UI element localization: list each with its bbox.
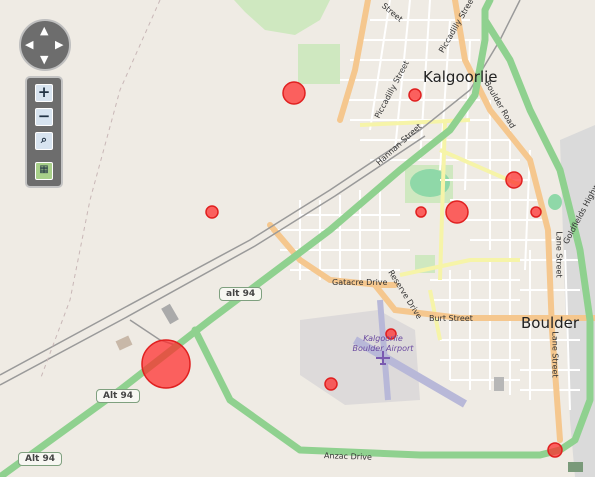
- street-label-gatacre: Gatacre Drive: [332, 278, 388, 287]
- pan-right-icon[interactable]: ▶: [55, 39, 63, 50]
- map-marker[interactable]: [141, 339, 191, 389]
- zoom-toolbar: + − ⌕ ▦: [25, 76, 63, 188]
- place-label-boulder: Boulder: [521, 314, 580, 332]
- place-label-airport: Kalgoorlie Boulder Airport: [352, 334, 414, 353]
- pan-control[interactable]: ▲ ▼ ◀ ▶: [19, 19, 71, 71]
- street-label-burt: Burt Street: [429, 314, 473, 323]
- marker-layer: [141, 81, 563, 458]
- street-label-lane-1: Lane Street: [554, 231, 564, 278]
- map-marker[interactable]: [445, 200, 469, 224]
- map-viewport[interactable]: Kalgoorlie Boulder Kalgoorlie Boulder Ai…: [0, 0, 595, 477]
- route-shield-alt94: Alt 94: [18, 452, 63, 466]
- map-marker[interactable]: [547, 442, 563, 458]
- map-marker[interactable]: [282, 81, 306, 105]
- map-marker[interactable]: [205, 205, 219, 219]
- pan-up-icon[interactable]: ▲: [40, 25, 48, 36]
- map-marker[interactable]: [324, 377, 338, 391]
- zoom-out-icon[interactable]: −: [35, 108, 53, 126]
- zoom-in-icon[interactable]: +: [35, 84, 53, 102]
- map-marker[interactable]: [415, 206, 427, 218]
- street-label-lane-2: Lane Street: [550, 331, 560, 378]
- zoom-extent-icon[interactable]: ⌕: [35, 132, 53, 150]
- map-marker[interactable]: [530, 206, 542, 218]
- route-shield-alt94: Alt 94: [96, 389, 141, 403]
- map-marker[interactable]: [505, 171, 523, 189]
- route-shield-alt94: alt 94: [219, 287, 263, 301]
- map-marker[interactable]: [408, 88, 422, 102]
- pan-down-icon[interactable]: ▼: [40, 54, 48, 65]
- street-label-anzac: Anzac Drive: [323, 451, 373, 462]
- layer-select-icon[interactable]: ▦: [35, 162, 53, 180]
- pan-left-icon[interactable]: ◀: [25, 39, 33, 50]
